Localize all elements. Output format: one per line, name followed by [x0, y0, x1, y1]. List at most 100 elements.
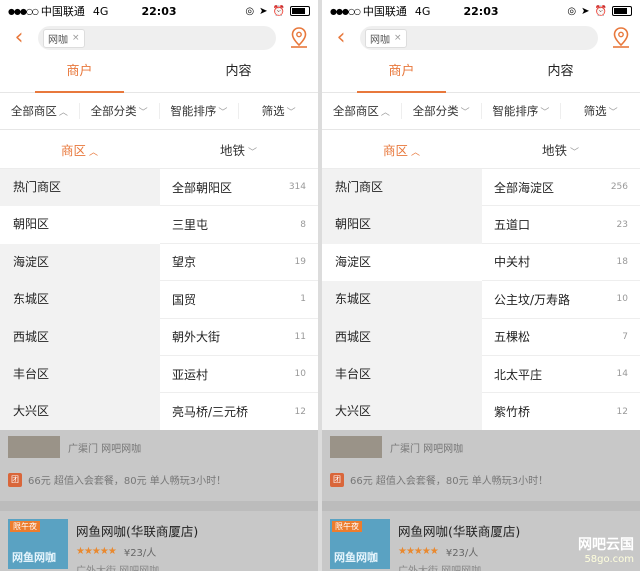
search-navbar: ‹ 网咖 ×	[322, 22, 640, 54]
area-item[interactable]: 紫竹桥 12	[482, 393, 640, 431]
phone-screenshot-left: ●●●○○ 中国联通 4G 22:03 ◎ ➤ ⏰ ‹ 网咖 × 商户 内容 全…	[0, 0, 318, 571]
chevron-down-icon: ﹀	[138, 108, 148, 118]
district-item[interactable]: 丰台区	[0, 356, 160, 393]
district-item[interactable]: 丰台区	[322, 356, 482, 393]
area-subtabs: 商区 ︿ 地铁 ﹀	[0, 130, 318, 169]
chevron-down-icon: ﹀	[570, 147, 580, 158]
list-item[interactable]: 限午夜 网鱼网咖 网鱼网咖(华联商厦店) ★★★★★¥23/人 广外大街 网吧网…	[0, 511, 318, 571]
filter-category[interactable]: 全部分类 ﹀	[80, 103, 160, 119]
district-item[interactable]: 东城区	[322, 281, 482, 318]
filter-screen[interactable]: 筛选 ﹀	[561, 103, 640, 119]
tab-merchants[interactable]: 商户	[322, 54, 481, 93]
area-item[interactable]: 五棵松 7	[482, 319, 640, 356]
filter-area[interactable]: 全部商区 ︿	[0, 103, 80, 119]
shop-thumbnail	[8, 436, 60, 458]
carrier-label: 中国联通	[40, 5, 85, 18]
signal-icon: ●●●○○	[330, 6, 361, 16]
tab-merchants[interactable]: 商户	[0, 54, 159, 93]
filter-area[interactable]: 全部商区 ︿	[322, 103, 402, 119]
area-subtabs: 商区 ︿ 地铁 ﹀	[322, 130, 640, 169]
subtab-business-district[interactable]: 商区 ︿	[322, 140, 481, 159]
district-list: 热门商区 朝阳区 海淀区 东城区 西城区 丰台区 大兴区	[0, 169, 160, 431]
tab-content[interactable]: 内容	[481, 54, 640, 92]
chevron-down-icon: ﹀	[608, 108, 618, 118]
area-item[interactable]: 全部海淀区 256	[482, 169, 640, 207]
signal-icon: ●●●○○	[8, 6, 39, 16]
shop-thumbnail	[330, 436, 382, 458]
location-arrow-icon: ➤	[581, 5, 590, 17]
watermark-logo: 网吧云国 58go.com	[578, 537, 634, 565]
search-navbar: ‹ 网咖 ×	[0, 22, 318, 54]
list-item[interactable]: 广渠门 网吧网咖 团 66元 超值入会套餐，80元 单人畅玩3小时！	[0, 430, 318, 487]
tab-content[interactable]: 内容	[159, 54, 318, 92]
district-item[interactable]: 海淀区	[0, 244, 160, 281]
clear-keyword-icon[interactable]: ×	[394, 33, 402, 43]
result-type-tabs: 商户 内容	[322, 54, 640, 93]
subtab-subway[interactable]: 地铁 ﹀	[481, 140, 640, 159]
dimmed-result-list: 广渠门 网吧网咖 团 66元 超值入会套餐，80元 单人畅玩3小时！ 限午夜 网鱼…	[322, 430, 640, 571]
phone-screenshot-right: ●●●○○ 中国联通 4G 22:03 ◎ ➤ ⏰ ‹ 网咖 × 商户 内容 全…	[322, 0, 640, 571]
chevron-down-icon: ﹀	[248, 147, 258, 158]
chevron-down-icon: ﹀	[540, 108, 550, 118]
area-item[interactable]: 公主坟/万寿路 10	[482, 281, 640, 319]
lock-rotation-icon: ◎	[245, 5, 255, 17]
map-pin-icon[interactable]	[288, 26, 310, 50]
area-item[interactable]: 望京 19	[160, 244, 318, 282]
area-list: 全部朝阳区 314 三里屯 8 望京 19 国贸 1 朝外大街 11 亚运村 10 亮马桥/…	[160, 169, 318, 431]
area-item[interactable]: 全部朝阳区 314	[160, 169, 318, 207]
subtab-business-district[interactable]: 商区 ︿	[0, 140, 159, 159]
star-rating-icon: ★★★★★	[76, 546, 117, 557]
shop-name: 网鱼网咖(华联商厦店)	[398, 524, 521, 539]
chevron-up-icon: ︿	[58, 108, 68, 118]
alarm-icon: ⏰	[272, 5, 285, 17]
alarm-icon: ⏰	[594, 5, 607, 17]
district-item[interactable]: 东城区	[0, 281, 160, 318]
area-item[interactable]: 亮马桥/三元桥 12	[160, 393, 318, 431]
filter-category[interactable]: 全部分类 ﹀	[402, 103, 482, 119]
chevron-down-icon: ﹀	[218, 108, 228, 118]
area-item[interactable]: 三里屯 8	[160, 206, 318, 244]
status-bar: ●●●○○ 中国联通 4G 22:03 ◎ ➤ ⏰	[0, 0, 318, 22]
district-item[interactable]: 热门商区	[0, 169, 160, 206]
filter-bar: 全部商区 ︿ 全部分类 ﹀ 智能排序 ﹀ 筛选 ﹀	[0, 93, 318, 130]
battery-icon	[612, 6, 632, 16]
district-item[interactable]: 西城区	[322, 319, 482, 356]
network-label: 4G	[92, 4, 109, 18]
chevron-down-icon: ﹀	[460, 108, 470, 118]
district-item[interactable]: 朝阳区	[0, 206, 160, 244]
group-deal-icon: 团	[330, 472, 344, 487]
search-keyword: 网咖	[48, 34, 68, 46]
area-item[interactable]: 中关村 18	[482, 244, 640, 282]
district-item[interactable]: 海淀区	[322, 243, 482, 282]
search-input[interactable]: 网咖 ×	[360, 26, 598, 50]
area-item[interactable]: 北太平庄 14	[482, 356, 640, 394]
district-item[interactable]: 朝阳区	[322, 206, 482, 243]
back-chevron-icon[interactable]: ‹	[8, 27, 30, 49]
lock-rotation-icon: ◎	[567, 5, 577, 17]
map-pin-icon[interactable]	[610, 26, 632, 50]
clear-keyword-icon[interactable]: ×	[72, 33, 80, 43]
filter-sort[interactable]: 智能排序 ﹀	[482, 103, 562, 119]
status-bar: ●●●○○ 中国联通 4G 22:03 ◎ ➤ ⏰	[322, 0, 640, 22]
district-item[interactable]: 大兴区	[0, 393, 160, 430]
district-item[interactable]: 热门商区	[322, 169, 482, 206]
area-item[interactable]: 五道口 23	[482, 206, 640, 244]
search-keyword-chip[interactable]: 网咖 ×	[365, 28, 407, 48]
district-list: 热门商区 朝阳区 海淀区 东城区 西城区 丰台区 大兴区	[322, 169, 482, 431]
chevron-down-icon: ﹀	[286, 108, 296, 118]
area-item[interactable]: 亚运村 10	[160, 356, 318, 394]
search-keyword-chip[interactable]: 网咖 ×	[43, 28, 85, 48]
result-type-tabs: 商户 内容	[0, 54, 318, 93]
chevron-up-icon: ︿	[89, 147, 99, 158]
filter-screen[interactable]: 筛选 ﹀	[239, 103, 318, 119]
district-item[interactable]: 大兴区	[322, 393, 482, 430]
area-item[interactable]: 朝外大街 11	[160, 319, 318, 356]
district-item[interactable]: 西城区	[0, 319, 160, 356]
filter-sort[interactable]: 智能排序 ﹀	[160, 103, 240, 119]
list-item[interactable]: 广渠门 网吧网咖 团 66元 超值入会套餐，80元 单人畅玩3小时！	[322, 430, 640, 487]
area-item[interactable]: 国贸 1	[160, 281, 318, 319]
back-chevron-icon[interactable]: ‹	[330, 27, 352, 49]
search-input[interactable]: 网咖 ×	[38, 26, 276, 50]
subtab-subway[interactable]: 地铁 ﹀	[159, 140, 318, 159]
filter-bar: 全部商区 ︿ 全部分类 ﹀ 智能排序 ﹀ 筛选 ﹀	[322, 93, 640, 130]
